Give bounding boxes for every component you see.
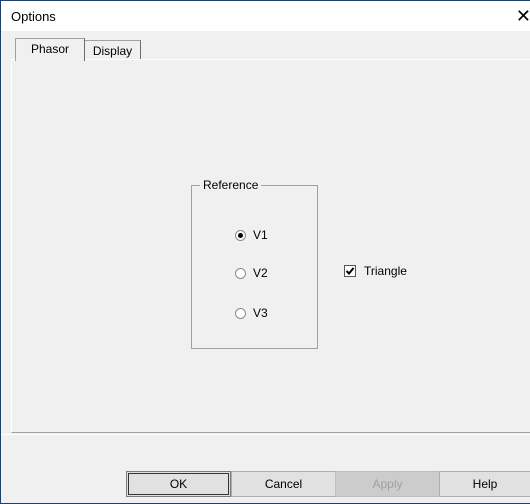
- window-title: Options: [11, 9, 56, 24]
- radio-button-icon: [235, 307, 246, 319]
- checkmark-icon: [344, 265, 356, 277]
- triangle-checkbox[interactable]: Triangle: [344, 263, 407, 279]
- options-dialog: Options ✕ Phasor Display Reference V1 V2…: [0, 0, 530, 504]
- tab-display-label: Display: [92, 44, 133, 58]
- cancel-button[interactable]: Cancel: [231, 471, 336, 497]
- button-bar-divider: [1, 434, 530, 435]
- radio-v2-label: V2: [253, 266, 268, 280]
- radio-v3-label: V3: [253, 306, 268, 320]
- tab-phasor[interactable]: Phasor: [15, 38, 85, 61]
- apply-button[interactable]: Apply: [335, 471, 440, 497]
- title-bar: Options ✕: [1, 1, 530, 31]
- radio-button-icon: [235, 267, 246, 279]
- radio-v3[interactable]: V3: [235, 305, 268, 321]
- radio-button-icon: [235, 229, 246, 241]
- tab-phasor-label: Phasor: [30, 42, 70, 56]
- help-button[interactable]: Help: [439, 471, 530, 497]
- radio-v1[interactable]: V1: [235, 227, 268, 243]
- radio-v2[interactable]: V2: [235, 265, 268, 281]
- tab-display[interactable]: Display: [84, 40, 141, 60]
- close-icon[interactable]: ✕: [513, 4, 530, 28]
- reference-group-label: Reference: [200, 178, 262, 192]
- triangle-label: Triangle: [364, 264, 407, 278]
- radio-v1-label: V1: [253, 228, 268, 242]
- ok-button[interactable]: OK: [126, 471, 231, 497]
